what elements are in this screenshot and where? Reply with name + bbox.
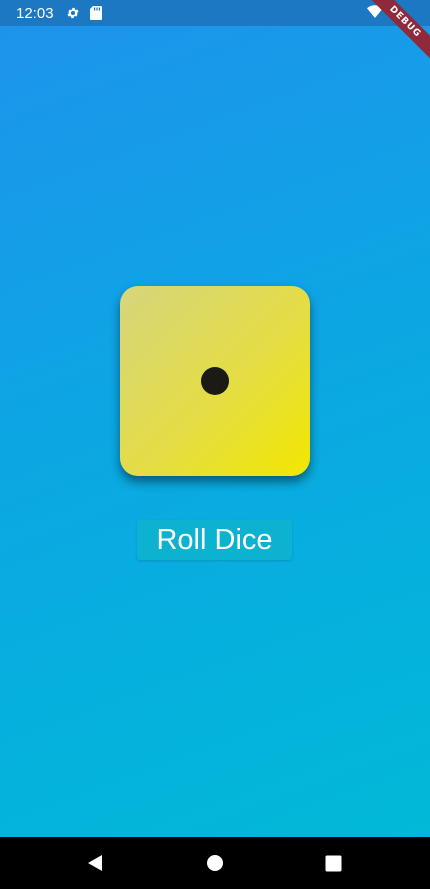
home-button[interactable] [185, 837, 245, 889]
back-icon [88, 855, 102, 871]
roll-dice-button[interactable]: Roll Dice [137, 520, 292, 560]
home-icon [207, 855, 223, 871]
recents-button[interactable] [303, 837, 363, 889]
back-button[interactable] [65, 837, 125, 889]
gear-icon [66, 6, 80, 20]
sd-card-icon [89, 6, 102, 20]
status-time: 12:03 [16, 4, 54, 22]
app-screen: 12:03 DEBUG Roll Dice [0, 0, 430, 889]
navigation-bar [0, 837, 430, 889]
recents-icon [325, 855, 341, 871]
dice-pip [201, 367, 229, 395]
dice-face[interactable] [120, 286, 310, 476]
status-bar: 12:03 [0, 0, 430, 26]
